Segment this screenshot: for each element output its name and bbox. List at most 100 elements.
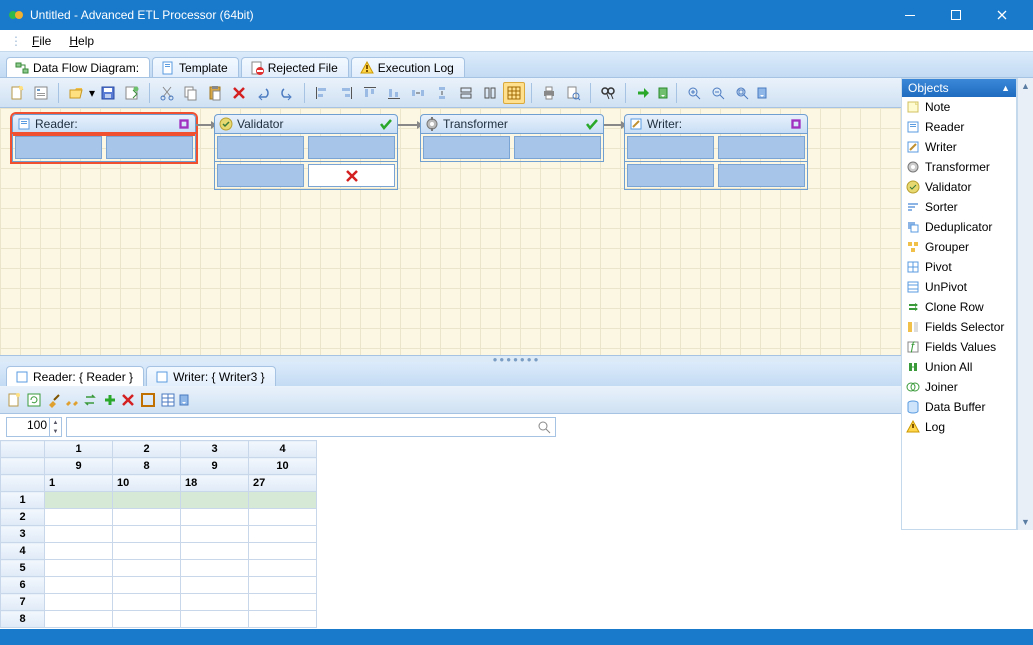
menu-file[interactable]: File [24, 32, 59, 50]
row-header[interactable]: 2 [1, 509, 45, 526]
swap-icon[interactable] [82, 392, 98, 408]
object-item-unpivot[interactable]: UnPivot [902, 277, 1016, 297]
table-dropdown-icon[interactable] [178, 392, 192, 408]
object-item-validator[interactable]: Validator [902, 177, 1016, 197]
brush-icon[interactable] [46, 392, 62, 408]
add-icon[interactable] [102, 392, 118, 408]
row-header[interactable]: 1 [1, 492, 45, 509]
node-reader[interactable]: Reader: [12, 114, 196, 162]
tab-reader-data[interactable]: Reader: { Reader } [6, 366, 144, 386]
align-left-icon[interactable] [311, 82, 333, 104]
preview-icon[interactable] [562, 82, 584, 104]
collapse-icon[interactable]: ▲ [1001, 83, 1010, 93]
col-header[interactable]: 2 [113, 441, 181, 458]
data-label[interactable]: 1 [45, 475, 113, 492]
new-icon[interactable] [6, 82, 28, 104]
col-subheader[interactable]: 10 [249, 458, 317, 475]
remove-icon[interactable] [120, 392, 136, 408]
snap-grid-icon[interactable] [503, 82, 525, 104]
data-label[interactable]: 18 [181, 475, 249, 492]
undo-icon[interactable] [252, 82, 274, 104]
same-width-icon[interactable] [455, 82, 477, 104]
same-height-icon[interactable] [479, 82, 501, 104]
spin-down-icon[interactable]: ▼ [50, 427, 61, 436]
object-item-transformer[interactable]: Transformer [902, 157, 1016, 177]
space-horiz-icon[interactable] [407, 82, 429, 104]
refresh-icon[interactable] [26, 392, 42, 408]
search-input[interactable] [66, 417, 556, 437]
run-icon[interactable] [632, 82, 654, 104]
objects-panel-header[interactable]: Objects ▲ [902, 79, 1016, 97]
row-header[interactable]: 5 [1, 560, 45, 577]
row-header[interactable]: 3 [1, 526, 45, 543]
object-item-pivot[interactable]: Pivot [902, 257, 1016, 277]
run-dropdown-icon[interactable] [656, 82, 670, 104]
tab-data-flow[interactable]: Data Flow Diagram: [6, 57, 150, 77]
tab-execution-log[interactable]: Execution Log [351, 57, 465, 77]
minimize-button[interactable] [887, 0, 933, 30]
object-item-sorter[interactable]: Sorter [902, 197, 1016, 217]
node-transformer[interactable]: Transformer [420, 114, 604, 162]
copy-icon[interactable] [180, 82, 202, 104]
object-item-note[interactable]: Note [902, 97, 1016, 117]
object-item-fields-selector[interactable]: Fields Selector [902, 317, 1016, 337]
spin-up-icon[interactable]: ▲ [50, 418, 61, 427]
objects-scrollbar[interactable]: ▲ ▼ [1017, 78, 1033, 530]
cut-icon[interactable] [156, 82, 178, 104]
tab-template[interactable]: Template [152, 57, 239, 77]
save-as-icon[interactable] [121, 82, 143, 104]
object-item-reader[interactable]: Reader [902, 117, 1016, 137]
object-item-grouper[interactable]: Grouper [902, 237, 1016, 257]
row-header[interactable]: 7 [1, 594, 45, 611]
find-icon[interactable] [597, 82, 619, 104]
col-header[interactable]: 1 [45, 441, 113, 458]
row-header[interactable]: 6 [1, 577, 45, 594]
node-writer[interactable]: Writer: [624, 114, 808, 190]
zoom-in-icon[interactable] [683, 82, 705, 104]
row-count-input[interactable]: 100 ▲▼ [6, 417, 62, 437]
row-header[interactable]: 4 [1, 543, 45, 560]
grid-view-icon[interactable] [140, 392, 156, 408]
close-button[interactable] [979, 0, 1025, 30]
data-label[interactable]: 10 [113, 475, 181, 492]
tab-writer-data[interactable]: Writer: { Writer3 } [146, 366, 276, 386]
align-top-icon[interactable] [359, 82, 381, 104]
object-item-deduplicator[interactable]: Deduplicator [902, 217, 1016, 237]
align-bottom-icon[interactable] [383, 82, 405, 104]
zoom-dropdown-icon[interactable] [755, 82, 769, 104]
object-item-log[interactable]: Log [902, 417, 1016, 437]
data-label[interactable]: 27 [249, 475, 317, 492]
col-header[interactable]: 3 [181, 441, 249, 458]
object-item-fields-values[interactable]: ƒFields Values [902, 337, 1016, 357]
paste-icon[interactable] [204, 82, 226, 104]
zoom-fit-icon[interactable] [731, 82, 753, 104]
save-icon[interactable] [97, 82, 119, 104]
open-dropdown[interactable]: ▾ [89, 82, 95, 104]
space-vert-icon[interactable] [431, 82, 453, 104]
data-grid[interactable]: 1 2 3 4 9 8 9 10 1 10 18 27 1 2 3 4 [0, 440, 1033, 629]
align-right-icon[interactable] [335, 82, 357, 104]
menu-help[interactable]: Help [61, 32, 102, 50]
table-icon[interactable] [160, 392, 176, 408]
open-icon[interactable] [65, 82, 87, 104]
object-item-union-all[interactable]: Union All [902, 357, 1016, 377]
diagram-canvas[interactable]: Reader: Validator Transformer [0, 108, 1033, 356]
brush-copy-icon[interactable] [64, 392, 80, 408]
col-header[interactable]: 4 [249, 441, 317, 458]
new-icon[interactable] [6, 392, 22, 408]
properties-icon[interactable] [30, 82, 52, 104]
maximize-button[interactable] [933, 0, 979, 30]
col-subheader[interactable]: 8 [113, 458, 181, 475]
redo-icon[interactable] [276, 82, 298, 104]
object-item-writer[interactable]: Writer [902, 137, 1016, 157]
zoom-out-icon[interactable] [707, 82, 729, 104]
col-subheader[interactable]: 9 [45, 458, 113, 475]
object-item-joiner[interactable]: Joiner [902, 377, 1016, 397]
col-subheader[interactable]: 9 [181, 458, 249, 475]
tab-rejected[interactable]: Rejected File [241, 57, 349, 77]
node-validator[interactable]: Validator [214, 114, 398, 190]
object-item-clone-row[interactable]: Clone Row [902, 297, 1016, 317]
scroll-down-icon[interactable]: ▼ [1018, 514, 1033, 530]
row-header[interactable]: 8 [1, 611, 45, 628]
print-icon[interactable] [538, 82, 560, 104]
